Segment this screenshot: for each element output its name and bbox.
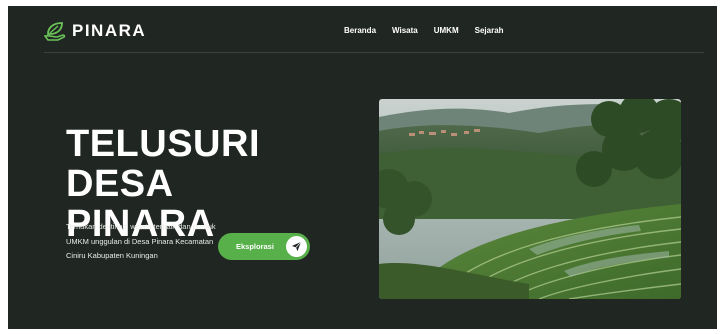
leaf-hand-icon — [44, 22, 66, 41]
paper-plane-icon — [286, 236, 307, 257]
hero-title-line1: TELUSURI DESA — [66, 123, 260, 205]
nav-item-wisata[interactable]: Wisata — [392, 26, 418, 35]
explore-button-label: Eksplorasi — [236, 242, 274, 251]
header-divider — [44, 52, 704, 53]
brand-name: PINARA — [72, 21, 147, 40]
brand-logo[interactable]: PINARA — [44, 21, 146, 41]
explore-button[interactable]: Eksplorasi — [218, 233, 310, 260]
nav-item-beranda[interactable]: Beranda — [344, 26, 376, 35]
main-nav: Beranda Wisata UMKM Sejarah — [344, 26, 520, 35]
page-frame: PINARA Beranda Wisata UMKM Sejarah TELUS… — [8, 6, 717, 329]
hero-description: Temukan destinasi wisata terbaik dan pro… — [66, 222, 216, 260]
rice-terraces-photo — [379, 99, 681, 299]
nav-item-umkm[interactable]: UMKM — [434, 26, 459, 35]
nav-item-sejarah[interactable]: Sejarah — [475, 26, 504, 35]
